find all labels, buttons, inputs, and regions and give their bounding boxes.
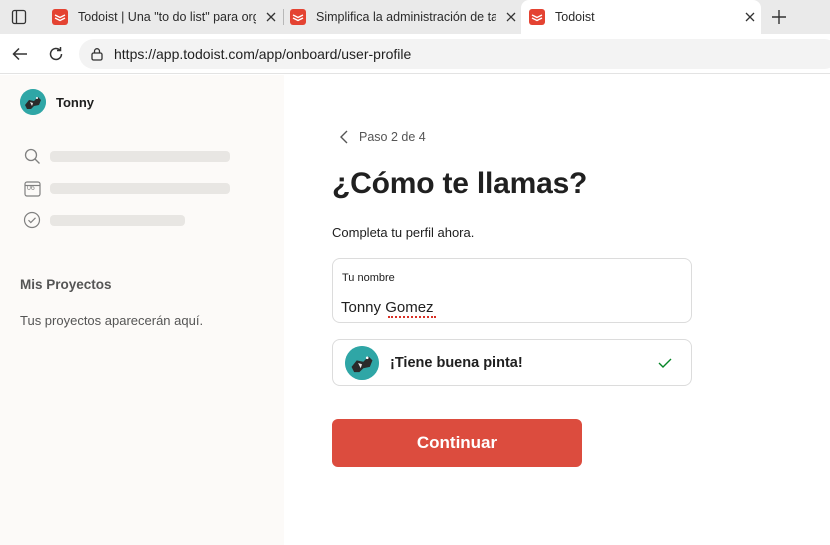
step-indicator[interactable]: Paso 2 de 4 [336, 129, 426, 145]
new-tab-button[interactable] [768, 7, 790, 27]
name-input[interactable] [341, 297, 681, 317]
chevron-left-icon[interactable] [336, 129, 352, 145]
browser-tab-3-active[interactable]: Todoist [521, 0, 761, 34]
address-bar[interactable]: https://app.todoist.com/app/onboard/user… [79, 39, 830, 69]
page-title: ¿Cómo te llamas? [332, 167, 588, 200]
plus-icon [772, 10, 786, 24]
today-placeholder-row: 06 [23, 179, 41, 197]
spellcheck-underline [388, 315, 436, 318]
preview-text: ¡Tiene buena pinta! [390, 354, 523, 371]
skeleton-bar [50, 183, 230, 194]
subtitle: Completa tu perfil ahora. [332, 225, 475, 240]
profile-preview: ¡Tiene buena pinta! [332, 339, 692, 386]
site-info-lock-icon[interactable] [89, 46, 105, 62]
avatar[interactable] [345, 345, 379, 380]
skeleton-bar [50, 151, 230, 162]
user-name: Tonny [56, 94, 95, 110]
refresh-button[interactable] [45, 43, 67, 65]
tab-actions-icon[interactable] [8, 7, 30, 27]
continue-button[interactable]: Continuar [332, 419, 582, 467]
todoist-favicon-icon [529, 9, 545, 25]
check-circle-icon [23, 211, 41, 229]
back-button[interactable] [9, 43, 31, 65]
browser-tab-strip: Todoist | Una "to do list" para organiza… [0, 0, 830, 34]
avatar [20, 89, 46, 115]
close-tab-icon[interactable] [502, 8, 520, 26]
refresh-icon [49, 47, 63, 61]
skeleton-bar [50, 215, 185, 226]
calendar-icon: 06 [23, 179, 41, 197]
name-field[interactable]: Tu nombre [332, 258, 692, 323]
todoist-favicon-icon [290, 9, 306, 25]
step-text: Paso 2 de 4 [359, 130, 426, 144]
todoist-favicon-icon [52, 9, 68, 25]
completed-placeholder-row [23, 211, 41, 229]
sidebar: Tonny 06 Mis Proyectos Tus proyectos apa… [0, 75, 284, 545]
projects-title: Mis Proyectos [20, 277, 112, 292]
close-tab-icon[interactable] [262, 8, 280, 26]
search-placeholder-row [23, 147, 41, 165]
browser-toolbar: https://app.todoist.com/app/onboard/user… [0, 34, 830, 74]
search-icon [23, 147, 41, 165]
user-profile-row[interactable]: Tonny [20, 89, 94, 115]
projects-empty-text: Tus proyectos aparecerán aquí. [20, 313, 204, 328]
calendar-day: 06 [27, 185, 35, 192]
tab-title: Simplifica la administración de tareas [316, 10, 496, 24]
onboarding-panel: Paso 2 de 4 ¿Cómo te llamas? Completa tu… [284, 75, 830, 545]
browser-tab-1[interactable]: Todoist | Una "to do list" para organiza… [44, 0, 280, 34]
url-text[interactable]: https://app.todoist.com/app/onboard/user… [114, 46, 411, 62]
close-tab-icon[interactable] [741, 8, 759, 26]
check-icon [657, 355, 673, 371]
browser-tab-2[interactable]: Simplifica la administración de tareas [284, 0, 520, 34]
tab-title: Todoist | Una "to do list" para organiza… [78, 10, 256, 24]
arrow-left-icon [12, 47, 27, 61]
name-field-label: Tu nombre [342, 272, 395, 284]
tab-title: Todoist [555, 10, 595, 24]
